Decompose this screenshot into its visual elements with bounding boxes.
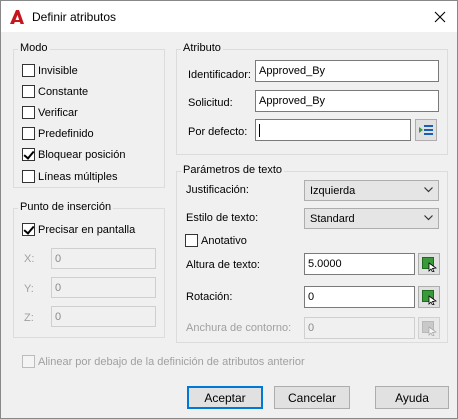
checkbox-box[interactable] [22,106,35,119]
cancel-button[interactable]: Cancelar [274,386,350,409]
checkbox-anotativo[interactable]: Anotativo [185,234,247,247]
checkbox-label: Invisible [38,64,78,77]
estilo-texto-label: Estilo de texto: [186,212,259,224]
checkbox-label: Líneas múltiples [38,170,118,183]
solicitud-label: Solicitud: [188,97,233,109]
y-value: 0 [55,281,62,294]
checkbox-box[interactable] [22,355,35,368]
por-defecto-label: Por defecto: [188,126,248,138]
title-bar: Definir atributos [1,1,457,32]
checkbox-label: Bloquear posición [38,148,126,161]
identificador-input[interactable]: Approved_By [255,60,439,82]
checkbox-box[interactable] [22,85,35,98]
y-input[interactable]: 0 [51,277,156,298]
autocad-logo-icon [10,10,24,24]
checkbox-label: Anotativo [201,234,247,247]
insert-field-button[interactable] [415,119,437,141]
checkbox-box[interactable] [22,64,35,77]
justificacion-label: Justificación: [186,184,249,196]
identificador-label: Identificador: [188,69,251,81]
checkbox-invisible[interactable]: Invisible [22,64,78,77]
altura-texto-input[interactable]: 5.0000 [304,253,415,275]
por-defecto-input[interactable] [255,119,411,141]
altura-texto-label: Altura de texto: [186,259,260,271]
checkbox-box[interactable] [22,127,35,140]
accept-button[interactable]: Aceptar [187,386,263,409]
texto-legend: Parámetros de texto [181,164,285,176]
checkbox-box[interactable] [22,170,35,183]
z-input[interactable]: 0 [51,306,156,327]
checkbox-label: Constante [38,85,89,98]
window-title: Definir atributos [32,10,117,24]
checkbox-label: Verificar [38,106,78,119]
checkbox-precisar-en-pantalla[interactable]: Precisar en pantalla [22,223,135,236]
close-button[interactable] [423,1,457,32]
justificacion-select[interactable]: Izquierda [304,180,439,201]
z-value: 0 [55,310,62,323]
estilo-texto-value: Standard [310,212,355,225]
checkbox-label: Predefinido [38,127,94,140]
checkbox-constante[interactable]: Constante [22,85,88,98]
anchura-contorno-value: 0 [308,322,315,334]
altura-pick-button[interactable] [418,253,440,275]
checkbox-box[interactable] [22,148,35,161]
pick-point-icon [422,257,437,272]
checkbox-bloquear-posicion[interactable]: Bloquear posición [22,148,125,161]
justificacion-value: Izquierda [310,184,356,197]
anchura-contorno-input[interactable]: 0 [304,317,415,339]
insert-field-icon [419,125,433,135]
chevron-down-icon [424,215,433,221]
help-button[interactable]: Ayuda [375,386,449,409]
close-icon [434,11,446,22]
altura-texto-value: 5.0000 [308,258,342,270]
solicitud-value: Approved_By [259,95,326,107]
pick-point-icon [422,321,437,336]
identificador-value: Approved_By [259,65,326,77]
atributo-legend: Atributo [181,42,223,54]
y-label: Y: [24,283,34,295]
z-label: Z: [24,312,34,324]
rotacion-input[interactable]: 0 [304,286,415,308]
chevron-down-icon [424,187,433,193]
rotacion-value: 0 [308,291,315,303]
checkbox-alinear-debajo[interactable]: Alinear por debajo de la definición de a… [22,355,305,368]
modo-legend: Modo [18,42,50,54]
anchura-pick-button[interactable] [418,317,440,339]
insercion-legend: Punto de inserción [18,201,114,213]
rotacion-label: Rotación: [186,291,233,303]
dialog-window: Definir atributos Modo Invisible Constan… [0,0,458,419]
checkbox-lineas-multiples[interactable]: Líneas múltiples [22,170,118,183]
checkbox-box[interactable] [22,223,35,236]
checkbox-predefinido[interactable]: Predefinido [22,127,94,140]
text-cursor [259,123,260,137]
checkbox-label: Precisar en pantalla [38,223,136,236]
x-input[interactable]: 0 [51,248,156,269]
pick-point-icon [422,290,437,305]
estilo-texto-select[interactable]: Standard [304,208,439,229]
anchura-contorno-label: Anchura de contorno: [186,322,292,334]
solicitud-input[interactable]: Approved_By [255,90,439,112]
rotacion-pick-button[interactable] [418,286,440,308]
checkbox-box[interactable] [185,234,198,247]
checkbox-verificar[interactable]: Verificar [22,106,78,119]
x-value: 0 [55,252,62,265]
checkbox-label: Alinear por debajo de la definición de a… [38,355,305,368]
x-label: X: [24,253,35,265]
